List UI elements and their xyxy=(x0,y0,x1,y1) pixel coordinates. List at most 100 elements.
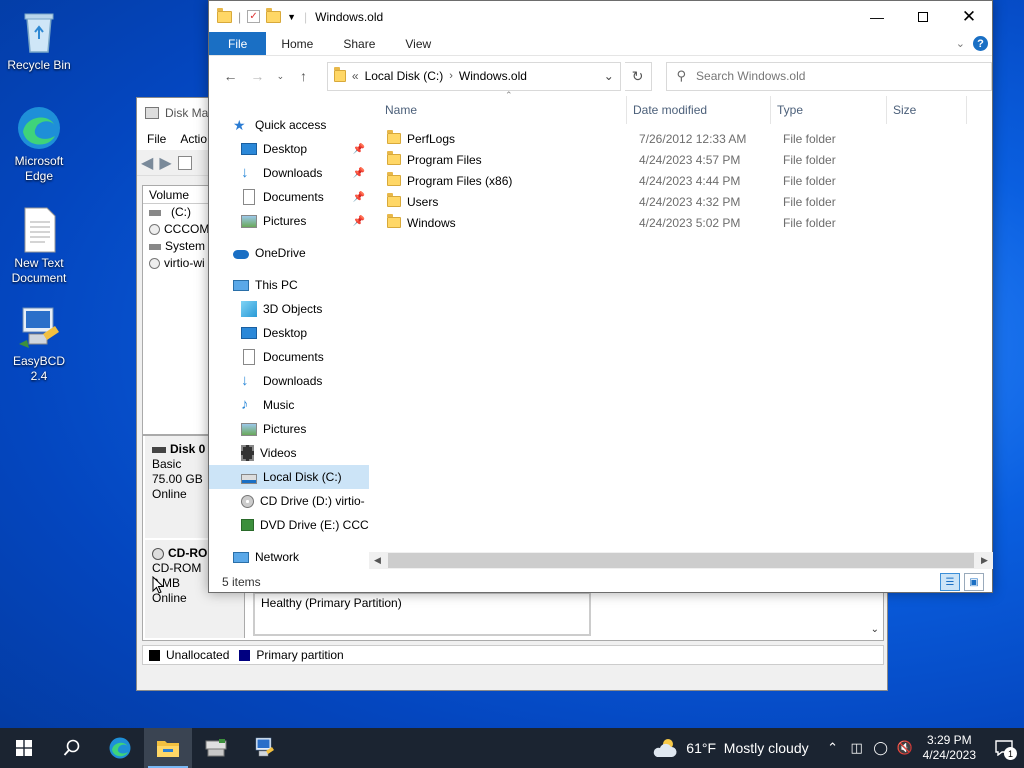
desktop-icon-easybcd[interactable]: EasyBCD 2.4 xyxy=(4,304,74,384)
action-center-button[interactable]: 1 xyxy=(984,728,1024,768)
nav-cd-drive-d[interactable]: CD Drive (D:) virtio- xyxy=(209,489,369,513)
scroll-thumb[interactable] xyxy=(388,553,974,568)
show-hidden-icons-icon[interactable]: ⌃ xyxy=(821,740,845,756)
minimize-button[interactable]: — xyxy=(854,1,900,32)
sort-ascending-icon: ⌃ xyxy=(505,90,513,100)
nav-downloads[interactable]: ↓ Downloads xyxy=(209,369,369,393)
folder-icon xyxy=(333,67,346,82)
customize-qat-icon[interactable]: ▼ xyxy=(287,12,296,22)
file-explorer-window[interactable]: | ✓ ▼ | Windows.old — ✕ File Home Share … xyxy=(208,0,993,593)
security-tray-icon[interactable]: ◯ xyxy=(869,740,893,756)
explorer-titlebar[interactable]: | ✓ ▼ | Windows.old — ✕ xyxy=(209,1,992,32)
recent-locations-button[interactable]: ⌄ xyxy=(273,64,288,88)
properties-check-icon[interactable]: ✓ xyxy=(247,10,261,23)
network-tray-icon[interactable]: ◫ xyxy=(845,740,869,756)
details-view-button[interactable]: ☰ xyxy=(940,573,960,591)
back-button[interactable]: ← xyxy=(219,64,242,88)
tab-share[interactable]: Share xyxy=(328,32,390,55)
nav-downloads-pinned[interactable]: ↓ Downloads 📌 xyxy=(209,161,369,185)
file-row[interactable]: Program Files (x86) 4/24/2023 4:44 PM Fi… xyxy=(373,170,993,191)
nav-videos[interactable]: Videos xyxy=(209,441,369,465)
back-arrow-icon[interactable]: ◀ xyxy=(141,153,153,173)
pictures-icon xyxy=(241,214,257,228)
pin-icon[interactable]: 📌 xyxy=(353,216,365,227)
nav-quick-access[interactable]: ★ Quick access xyxy=(209,113,369,137)
tab-home[interactable]: Home xyxy=(266,32,328,55)
column-date-modified[interactable]: Date modified xyxy=(627,96,771,124)
column-name[interactable]: Name xyxy=(373,96,627,124)
close-button[interactable]: ✕ xyxy=(946,1,992,32)
scroll-right-icon[interactable]: ▶ xyxy=(976,555,993,566)
legend-label: Primary partition xyxy=(256,648,344,662)
properties-icon[interactable] xyxy=(177,155,192,170)
desktop-icon-edge[interactable]: Microsoft Edge xyxy=(4,104,74,184)
search-button[interactable] xyxy=(48,728,96,768)
pin-icon[interactable]: 📌 xyxy=(353,144,365,155)
large-icons-view-button[interactable]: ▣ xyxy=(964,573,984,591)
pin-icon[interactable]: 📌 xyxy=(353,192,365,203)
back-arrow-icon: ← xyxy=(223,68,238,84)
forward-arrow-icon[interactable]: ▶ xyxy=(159,153,171,173)
file-row[interactable]: Windows 4/24/2023 5:02 PM File folder xyxy=(373,212,993,233)
taskbar-easybcd[interactable] xyxy=(240,728,288,768)
search-input[interactable]: ⚲ Search Windows.old xyxy=(665,61,993,91)
menu-action[interactable]: Actio xyxy=(180,132,207,146)
nav-3d-objects[interactable]: 3D Objects xyxy=(209,297,369,321)
weather-widget[interactable]: 61°F Mostly cloudy xyxy=(652,737,820,759)
up-button[interactable]: ↑ xyxy=(292,64,315,88)
nav-dvd-drive-e[interactable]: DVD Drive (E:) CCCC xyxy=(209,513,369,537)
horizontal-scrollbar[interactable]: ◀ ▶ xyxy=(369,552,993,569)
nav-music[interactable]: ♪ Music xyxy=(209,393,369,417)
weather-text: 61°F Mostly cloudy xyxy=(686,740,809,756)
explorer-title: Windows.old xyxy=(315,9,384,24)
menu-file[interactable]: File xyxy=(147,132,166,146)
tab-file[interactable]: File xyxy=(209,32,267,55)
breadcrumb-windows-old[interactable]: Windows.old xyxy=(459,69,527,83)
maximize-button[interactable] xyxy=(900,1,946,32)
address-overflow[interactable]: « xyxy=(352,69,359,83)
taskbar-file-explorer[interactable] xyxy=(144,728,192,768)
file-list: ⌃ Name Date modified Type Size PerfLogs … xyxy=(373,90,993,551)
nav-pictures-pinned[interactable]: Pictures 📌 xyxy=(209,209,369,233)
column-size[interactable]: Size xyxy=(887,96,967,124)
volume-muted-icon[interactable]: 🔇 xyxy=(893,740,917,756)
downloads-icon: ↓ xyxy=(241,164,249,181)
nav-documents[interactable]: Documents xyxy=(209,345,369,369)
file-row[interactable]: PerfLogs 7/26/2012 12:33 AM File folder xyxy=(373,128,993,149)
nav-desktop[interactable]: Desktop xyxy=(209,321,369,345)
taskbar-disk-management[interactable] xyxy=(192,728,240,768)
column-type[interactable]: Type xyxy=(771,96,887,124)
desktop-icon-recycle-bin[interactable]: Recycle Bin xyxy=(4,8,74,73)
file-row[interactable]: Program Files 4/24/2023 4:57 PM File fol… xyxy=(373,149,993,170)
nav-local-disk-c[interactable]: Local Disk (C:) xyxy=(209,465,369,489)
desktop-icon-text-document[interactable]: New Text Document xyxy=(4,206,74,286)
tab-view[interactable]: View xyxy=(390,32,446,55)
start-button[interactable] xyxy=(0,728,48,768)
pin-icon[interactable]: 📌 xyxy=(353,168,365,179)
scroll-left-icon[interactable]: ◀ xyxy=(369,555,386,566)
new-folder-icon[interactable] xyxy=(266,7,282,23)
star-icon: ★ xyxy=(233,117,246,133)
partition-block[interactable]: Healthy (Primary Partition) xyxy=(253,592,591,636)
nav-onedrive[interactable]: OneDrive xyxy=(209,241,369,265)
nav-this-pc[interactable]: This PC xyxy=(209,273,369,297)
clock[interactable]: 3:29 PM 4/24/2023 xyxy=(917,733,984,763)
expand-ribbon-icon[interactable]: ⌄ xyxy=(956,37,965,50)
easybcd-icon xyxy=(15,304,63,352)
breadcrumb-local-disk[interactable]: Local Disk (C:) xyxy=(365,69,444,83)
nav-network[interactable]: Network xyxy=(209,545,369,569)
address-dropdown-icon[interactable]: ⌄ xyxy=(598,69,620,83)
address-bar[interactable]: « Local Disk (C:) › Windows.old ⌄ xyxy=(326,61,621,91)
nav-desktop-pinned[interactable]: Desktop 📌 xyxy=(209,137,369,161)
taskbar-edge[interactable] xyxy=(96,728,144,768)
file-row[interactable]: Users 4/24/2023 4:32 PM File folder xyxy=(373,191,993,212)
disk-management-title: Disk Ma xyxy=(165,106,209,120)
refresh-button[interactable]: ↻ xyxy=(624,61,652,91)
forward-button[interactable]: → xyxy=(246,64,269,88)
help-icon[interactable]: ? xyxy=(973,36,988,51)
breadcrumb-separator-icon[interactable]: › xyxy=(449,70,453,82)
scroll-down-icon[interactable]: ⌄ xyxy=(871,624,879,635)
nav-pictures[interactable]: Pictures xyxy=(209,417,369,441)
clock-time: 3:29 PM xyxy=(926,733,972,747)
nav-documents-pinned[interactable]: Documents 📌 xyxy=(209,185,369,209)
